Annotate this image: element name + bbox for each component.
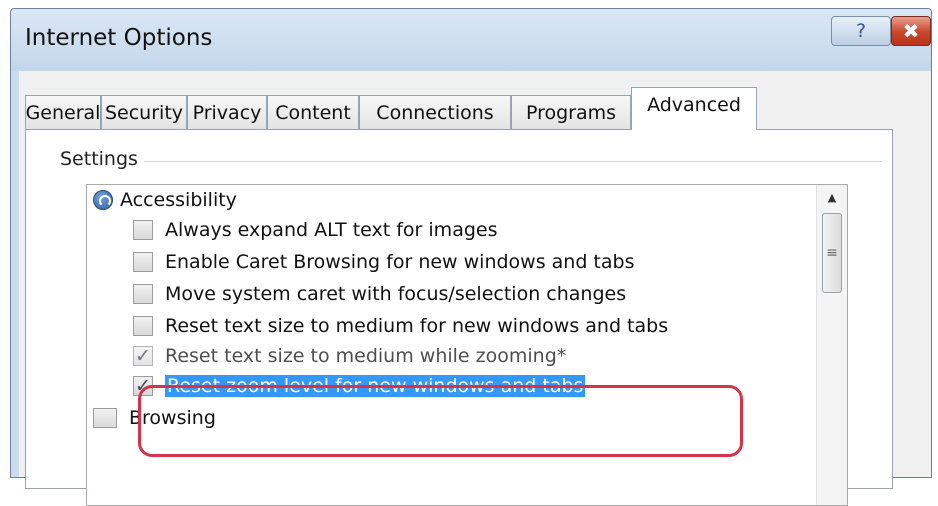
browsing-icon (93, 408, 117, 428)
close-icon: ✖ (902, 19, 920, 43)
setting-label: Enable Caret Browsing for new windows an… (165, 251, 635, 273)
title-bar: Internet Options ? ✖ (11, 9, 931, 71)
dialog-body: General Security Privacy Content Connect… (19, 71, 931, 506)
setting-label: Always expand ALT text for images (165, 219, 498, 241)
setting-item-selected[interactable]: ✓ Reset zoom level for new windows and t… (133, 371, 586, 401)
setting-label: Reset text size to medium for new window… (165, 315, 669, 337)
internet-options-window: Internet Options ? ✖ General Security Pr… (10, 8, 932, 506)
tab-programs[interactable]: Programs (511, 95, 631, 129)
checkbox[interactable] (133, 284, 153, 304)
help-icon: ? (855, 20, 867, 42)
tab-connections[interactable]: Connections (359, 95, 511, 129)
setting-label: Move system caret with focus/selection c… (165, 283, 627, 305)
setting-item[interactable]: Reset text size to medium for new window… (133, 311, 668, 341)
tab-content[interactable]: Content (267, 95, 359, 129)
setting-item[interactable]: Always expand ALT text for images (133, 215, 497, 245)
setting-item[interactable]: ✓ Reset text size to medium while zoomin… (133, 341, 566, 371)
category-label: Browsing (129, 407, 216, 429)
help-button[interactable]: ? (831, 16, 891, 46)
tab-security-label: Security (104, 101, 184, 124)
tab-connections-label: Connections (376, 101, 494, 124)
scroll-thumb[interactable]: ≡ (822, 213, 842, 293)
category-label: Accessibility (120, 189, 237, 211)
check-icon: ✓ (135, 375, 151, 397)
settings-divider (60, 161, 882, 162)
checkbox-checked[interactable]: ✓ (133, 376, 153, 396)
tab-content-label: Content (275, 101, 351, 124)
scroll-up-arrow-icon[interactable]: ▲ (817, 191, 847, 213)
checkbox[interactable] (133, 316, 153, 336)
settings-group-label: Settings (60, 148, 144, 170)
checkbox[interactable] (133, 252, 153, 272)
tab-programs-label: Programs (525, 101, 617, 124)
tab-privacy-label: Privacy (192, 101, 262, 124)
close-button[interactable]: ✖ (891, 16, 931, 46)
category-browsing[interactable]: Browsing (93, 403, 216, 433)
checkbox-checked[interactable]: ✓ (133, 346, 153, 366)
vertical-scrollbar[interactable]: ▲ ≡ (816, 185, 847, 505)
advanced-panel: Settings Accessibility Always expand ALT… (25, 129, 893, 506)
settings-list[interactable]: Accessibility Always expand ALT text for… (86, 184, 848, 506)
check-icon: ✓ (135, 345, 151, 367)
setting-item[interactable]: Move system caret with focus/selection c… (133, 279, 626, 309)
accessibility-icon (93, 190, 113, 210)
setting-label: Reset text size to medium while zooming* (165, 345, 567, 367)
setting-item[interactable]: Enable Caret Browsing for new windows an… (133, 247, 635, 277)
tab-advanced[interactable]: Advanced (631, 87, 757, 130)
tab-advanced-label: Advanced (647, 94, 741, 116)
tab-security[interactable]: Security (101, 95, 187, 129)
setting-label: Reset zoom level for new windows and tab… (165, 375, 586, 397)
checkbox[interactable] (133, 220, 153, 240)
category-accessibility[interactable]: Accessibility (93, 185, 237, 215)
window-title: Internet Options (25, 25, 213, 51)
tab-privacy[interactable]: Privacy (187, 95, 267, 129)
tab-general[interactable]: General (25, 95, 101, 129)
tab-general-label: General (25, 101, 101, 124)
